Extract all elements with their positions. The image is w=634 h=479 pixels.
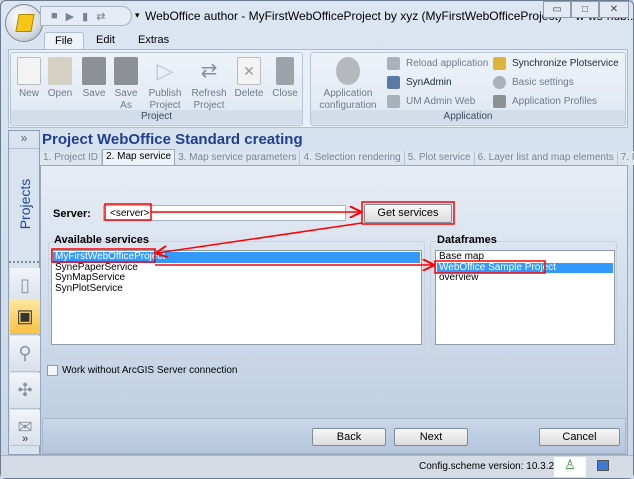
annotation-arrow xyxy=(157,222,363,253)
service-highlight-box xyxy=(51,248,156,263)
server-highlight-box xyxy=(104,203,152,221)
get-services-highlight-box xyxy=(361,201,455,225)
dataframe-highlight-box xyxy=(434,260,546,274)
annotation-overlay xyxy=(51,201,546,274)
